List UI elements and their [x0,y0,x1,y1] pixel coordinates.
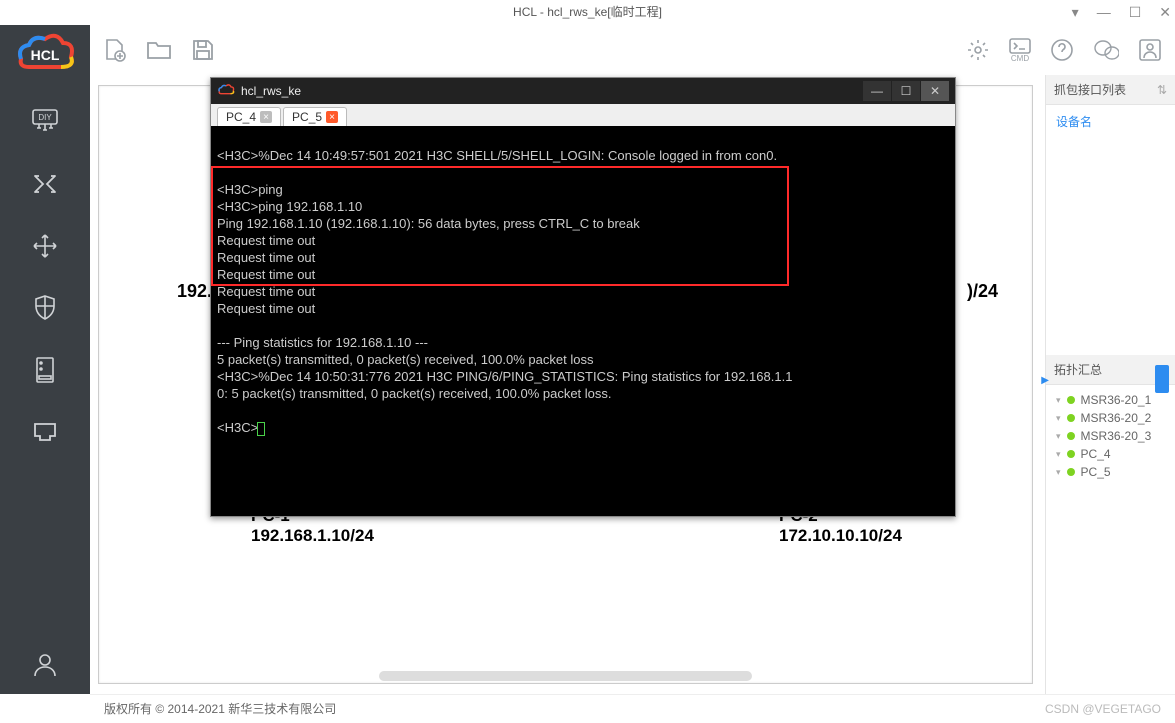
watermark-text: CSDN @VEGETAGO [1045,695,1161,722]
terminal-close-icon[interactable]: ✕ [921,81,949,101]
status-dot-icon [1067,396,1075,404]
status-dot-icon [1067,450,1075,458]
terminal-titlebar[interactable]: hcl_rws_ke — ☐ ✕ [211,78,955,104]
canvas-ip-fragment-right: )/24 [967,281,998,302]
tab-close-icon[interactable]: × [326,111,338,123]
window-title: HCL - hcl_rws_ke[临时工程] [513,5,662,19]
status-dot-icon [1067,432,1075,440]
device-item[interactable]: MSR36-20_1 [1046,391,1175,409]
device-name-link[interactable]: 设备名 [1046,111,1175,132]
terminal-output[interactable]: <H3C>%Dec 14 10:49:57:501 2021 H3C SHELL… [211,126,955,516]
server-icon[interactable] [30,355,60,385]
status-bar: 版权所有 © 2014-2021 新华三技术有限公司 CSDN @VEGETAG… [90,694,1175,722]
left-sidebar: HCL DIY [0,25,90,694]
svg-text:HCL: HCL [31,47,60,63]
terminal-title: hcl_rws_ke [241,84,301,98]
account-icon[interactable] [1137,37,1163,63]
terminal-window[interactable]: hcl_rws_ke — ☐ ✕ PC_4 × PC_5 × <H3C>%Dec… [210,77,956,517]
device-item[interactable]: PC_5 [1046,463,1175,481]
panel-resize-handle[interactable] [1155,365,1169,393]
hcl-logo: HCL [13,33,77,75]
wechat-icon[interactable] [1093,37,1119,63]
new-file-icon[interactable] [102,37,128,63]
device-item[interactable]: PC_4 [1046,445,1175,463]
terminal-logo-icon [217,83,235,100]
pc2-ip: 172.10.10.10/24 [779,526,902,546]
terminal-tab-pc4[interactable]: PC_4 × [217,107,281,126]
move-icon[interactable] [30,231,60,261]
open-folder-icon[interactable] [146,37,172,63]
canvas-h-scrollbar[interactable] [379,671,752,681]
device-item[interactable]: MSR36-20_3 [1046,427,1175,445]
diy-icon[interactable]: DIY [30,107,60,137]
terminal-maximize-icon[interactable]: ☐ [892,81,920,101]
sort-icon[interactable]: ⇅ [1157,83,1167,97]
settings-gear-icon[interactable] [965,37,991,63]
terminal-cursor [257,422,265,436]
port-icon[interactable] [30,417,60,447]
pc1-ip: 192.168.1.10/24 [251,526,374,546]
maximize-icon[interactable]: ☐ [1129,0,1142,25]
capture-pane-body: 设备名 [1046,105,1175,355]
topology-pane-body: MSR36-20_1 MSR36-20_2 MSR36-20_3 PC_4 PC… [1046,385,1175,694]
terminal-tab-pc5[interactable]: PC_5 × [283,107,347,126]
dropdown-icon[interactable]: ▾ [1072,0,1079,25]
right-panel: ▶ 抓包接口列表⇅ 设备名 拓扑汇总⇅ MSR36-20_1 MSR36-20_… [1045,75,1175,694]
copyright-text: 版权所有 © 2014-2021 新华三技术有限公司 [104,695,336,722]
save-icon[interactable] [190,37,216,63]
user-icon[interactable] [30,650,60,680]
terminal-tabstrip: PC_4 × PC_5 × [211,104,955,126]
svg-text:DIY: DIY [38,113,52,122]
cmd-button[interactable]: CMD [1009,37,1031,63]
capture-pane-title: 抓包接口列表⇅ [1046,75,1175,105]
top-toolbar: CMD [90,25,1175,75]
device-item[interactable]: MSR36-20_2 [1046,409,1175,427]
status-dot-icon [1067,414,1075,422]
shuffle-icon[interactable] [30,169,60,199]
close-icon[interactable]: ✕ [1159,0,1171,25]
shield-icon[interactable] [30,293,60,323]
window-titlebar: HCL - hcl_rws_ke[临时工程] ▾ — ☐ ✕ [0,0,1175,25]
status-dot-icon [1067,468,1075,476]
help-icon[interactable] [1049,37,1075,63]
work-area: 192.1 )/24 PC-1 192.168.1.10/24 PC-2 172… [90,75,1175,694]
terminal-minimize-icon[interactable]: — [863,81,891,101]
minimize-icon[interactable]: — [1097,0,1111,25]
tab-close-icon[interactable]: × [260,111,272,123]
panel-collapse-icon[interactable]: ▶ [1041,375,1049,386]
